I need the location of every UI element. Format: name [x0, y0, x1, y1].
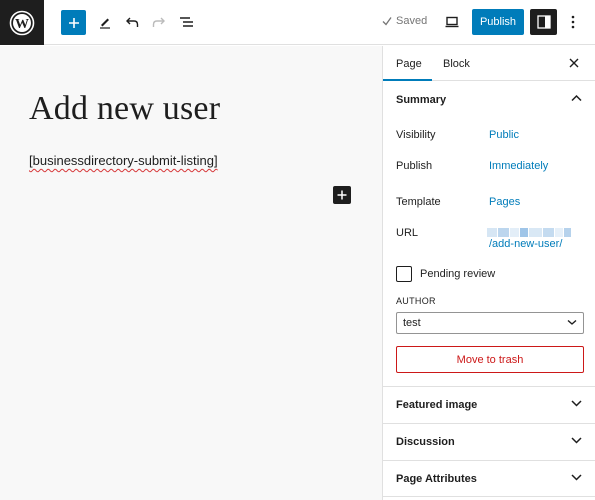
author-select[interactable]: test	[396, 312, 584, 334]
move-to-trash-button[interactable]: Move to trash	[396, 346, 584, 373]
pending-review-label[interactable]: Pending review	[420, 268, 495, 280]
publish-button[interactable]: Publish	[472, 9, 524, 35]
chevron-down-icon	[571, 474, 582, 481]
discussion-panel-toggle[interactable]: Discussion	[383, 423, 595, 460]
publish-date-link[interactable]: Immediately	[489, 160, 548, 172]
saved-label: Saved	[396, 15, 428, 27]
chevron-up-icon	[571, 94, 582, 102]
page-attributes-panel-toggle[interactable]: Page Attributes	[383, 460, 595, 497]
author-label: AUTHOR	[396, 296, 436, 306]
block-inserter-button[interactable]	[333, 186, 351, 204]
undo-icon	[126, 17, 139, 27]
more-vertical-icon	[571, 15, 575, 29]
chevron-down-icon	[571, 400, 582, 407]
editor-header: W Saved Publish	[0, 0, 595, 45]
preview-button[interactable]	[440, 9, 464, 35]
sidebar-icon	[536, 15, 551, 29]
shortcode-text[interactable]: [businessdirectory-submit-listing]	[29, 153, 218, 168]
svg-text:W: W	[15, 17, 29, 32]
url-label: URL	[396, 227, 419, 239]
panel-title: Featured image	[396, 399, 478, 411]
post-title[interactable]: Add new user	[29, 90, 220, 128]
summary-panel-toggle[interactable]: Summary	[383, 82, 595, 118]
panel-title: Page Attributes	[396, 472, 477, 485]
settings-sidebar: Page Block Summary Visibility Public Pub…	[382, 46, 595, 500]
options-button[interactable]	[563, 9, 583, 35]
redo-icon	[152, 17, 165, 27]
chevron-down-icon	[571, 437, 582, 444]
chevron-down-icon	[567, 319, 577, 325]
check-icon	[382, 17, 392, 26]
redo-button[interactable]	[147, 9, 171, 35]
editor-canvas: Add new user [businessdirectory-submit-l…	[0, 46, 382, 500]
pencil-icon	[100, 18, 110, 29]
url-link[interactable]: /add-new-user/	[489, 238, 562, 250]
tab-block[interactable]: Block	[443, 46, 470, 81]
template-link[interactable]: Pages	[489, 196, 520, 208]
shortcode-block[interactable]: [businessdirectory-submit-listing]	[29, 153, 218, 168]
list-view-button[interactable]	[174, 9, 198, 35]
undo-button[interactable]	[120, 9, 144, 35]
active-tab-indicator	[383, 79, 432, 81]
tab-page[interactable]: Page	[396, 46, 422, 81]
settings-toggle-button[interactable]	[530, 9, 557, 35]
visibility-value-link[interactable]: Public	[489, 129, 519, 141]
wordpress-logo-button[interactable]: W	[0, 0, 44, 45]
url-blurred-domain	[487, 228, 571, 237]
add-block-button[interactable]	[61, 10, 86, 35]
summary-heading: Summary	[396, 94, 447, 106]
panel-title: Discussion	[396, 436, 455, 448]
visibility-label: Visibility	[396, 129, 436, 141]
pending-review-checkbox[interactable]	[396, 266, 412, 282]
sidebar-tabs: Page Block	[383, 46, 595, 81]
plus-icon	[68, 17, 79, 28]
tools-button[interactable]	[93, 9, 117, 35]
featured-image-panel-toggle[interactable]: Featured image	[383, 386, 595, 423]
saved-status: Saved	[382, 15, 427, 27]
desktop-icon	[445, 16, 459, 28]
author-selected-value: test	[403, 317, 421, 329]
template-label: Template	[396, 196, 441, 208]
publish-label: Publish	[396, 160, 433, 172]
plus-icon	[337, 190, 347, 200]
list-view-icon	[179, 17, 193, 27]
wordpress-icon: W	[9, 10, 35, 35]
close-sidebar-button[interactable]	[566, 55, 582, 71]
close-icon	[569, 58, 579, 68]
